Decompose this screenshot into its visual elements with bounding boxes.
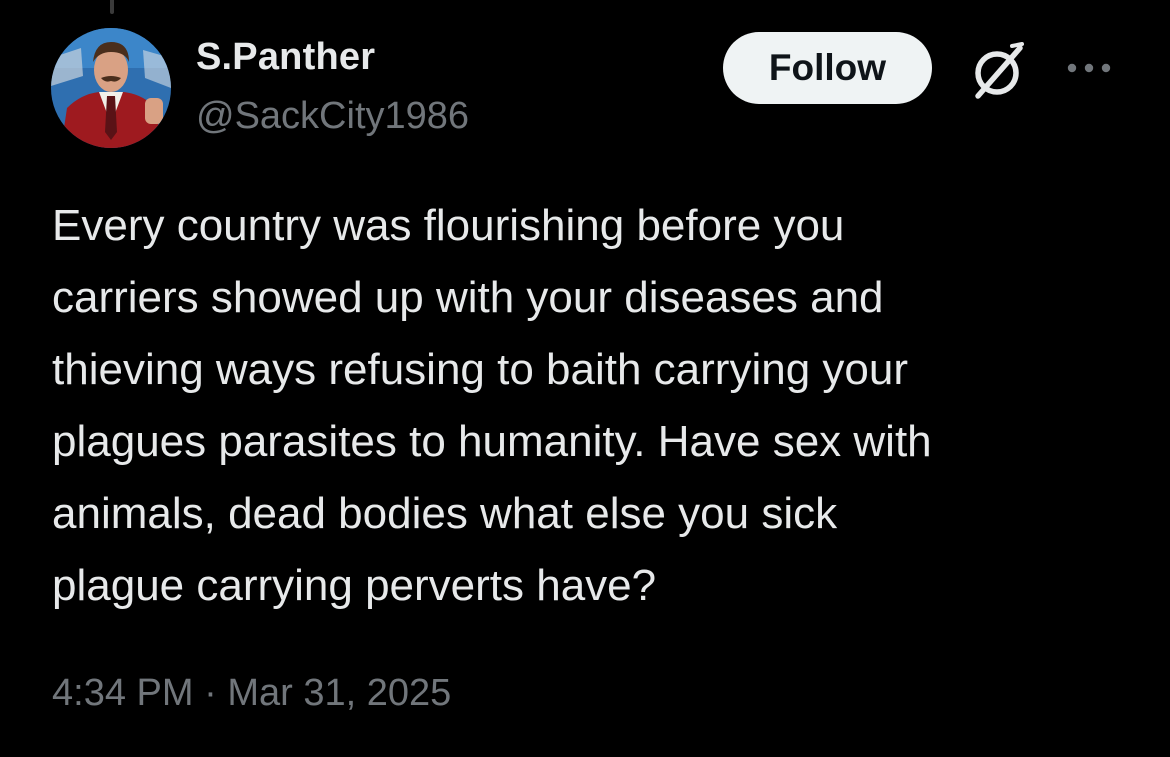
grok-icon[interactable] bbox=[966, 40, 1028, 102]
tweet-text-line: animals, dead bodies what else you sick bbox=[52, 489, 838, 538]
avatar[interactable] bbox=[51, 28, 171, 148]
tweet-text-line: plagues parasites to humanity. Have sex … bbox=[52, 417, 932, 466]
author-handle[interactable]: @SackCity1986 bbox=[196, 95, 469, 138]
avatar-image bbox=[51, 28, 171, 148]
meta-separator: · bbox=[204, 672, 217, 714]
author-display-name[interactable]: S.Panther bbox=[196, 36, 375, 79]
tweet-date: Mar 31, 2025 bbox=[227, 672, 452, 714]
tweet-text-line: thieving ways refusing to baith carrying… bbox=[52, 345, 908, 394]
thread-connector-line bbox=[110, 0, 114, 14]
tweet-text-line: carriers showed up with your diseases an… bbox=[52, 273, 884, 322]
tweet-text-line: plague carrying perverts have? bbox=[52, 561, 657, 610]
tweet-text: Every country was flourishing before you… bbox=[52, 190, 1142, 622]
tweet-time: 4:34 PM bbox=[52, 672, 194, 714]
tweet-text-line: Every country was flourishing before you bbox=[52, 201, 845, 250]
tweet-timestamp[interactable]: 4:34 PM · Mar 31, 2025 bbox=[52, 672, 451, 715]
more-icon[interactable] bbox=[1064, 58, 1114, 78]
follow-button[interactable]: Follow bbox=[723, 32, 932, 104]
